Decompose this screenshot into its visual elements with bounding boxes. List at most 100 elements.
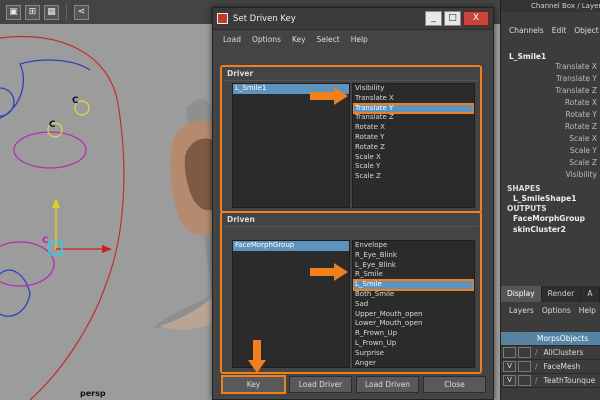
key-button[interactable]: Key	[221, 375, 286, 394]
list-item[interactable]: Both_Smile	[353, 290, 474, 300]
list-item[interactable]: Rotate Z	[353, 143, 474, 153]
layer-row[interactable]: V / TeathTounque	[501, 374, 600, 388]
channel-box-menubar: Channels Edit Object S	[501, 12, 600, 50]
layout-icon[interactable]: ▦	[44, 4, 59, 20]
list-item[interactable]: Envelope	[353, 241, 474, 251]
cheek-curve	[0, 269, 31, 317]
layer-type-toggle[interactable]	[518, 333, 531, 344]
layer-type-toggle[interactable]	[518, 375, 531, 386]
list-item[interactable]: R_Smile	[353, 270, 474, 280]
section-divider	[224, 226, 478, 227]
layer-row[interactable]: MorpsObjects	[501, 332, 600, 346]
list-item[interactable]: Visibility	[353, 84, 474, 94]
layer-type-toggle[interactable]	[518, 347, 531, 358]
layer-editor-tabs: Display Render A	[501, 286, 600, 302]
list-item[interactable]: Lower_Mouth_open	[353, 319, 474, 329]
list-item[interactable]: Upper_Mouth_open	[353, 310, 474, 320]
layer-visibility-toggle[interactable]	[503, 347, 516, 358]
dialog-title: Set Driven Key	[233, 13, 296, 24]
menu-load[interactable]: Load	[223, 35, 241, 44]
dialog-menubar: Load Options Key Select Help	[213, 30, 493, 48]
output-node-2[interactable]: skinCluster2	[501, 224, 600, 235]
channel-box-title: Channel Box / Layer Edi	[501, 0, 600, 12]
list-item[interactable]: R_Eye_Blink	[353, 251, 474, 261]
list-item[interactable]: Translate Z	[353, 113, 474, 123]
attr-translate-z[interactable]: Translate Z	[501, 85, 597, 97]
menu-layers[interactable]: Layers	[509, 306, 534, 332]
attr-rotate-x[interactable]: Rotate X	[501, 97, 597, 109]
list-item[interactable]: Translate X	[353, 94, 474, 104]
list-item[interactable]: L_Frown_Up	[353, 339, 474, 349]
list-item[interactable]: FaceMorphGroup	[233, 241, 349, 251]
driver-attribute-list[interactable]: Visibility Translate X Translate Y Trans…	[352, 83, 475, 208]
face-outline-curve	[0, 35, 125, 400]
layer-editor-menubar: Layers Options Help	[501, 302, 600, 332]
list-item[interactable]: R_Frown_Up	[353, 329, 474, 339]
load-driver-button[interactable]: Load Driver	[289, 376, 352, 393]
menu-channels[interactable]: Channels	[509, 26, 544, 50]
menu-object[interactable]: Object	[574, 26, 598, 50]
driver-arrow-icon	[310, 87, 348, 105]
list-item[interactable]: Rotate Y	[353, 133, 474, 143]
list-item[interactable]: Surprise	[353, 349, 474, 359]
list-item[interactable]: L_Smile	[353, 279, 474, 291]
close-button[interactable]: Close	[423, 376, 486, 393]
load-driven-button[interactable]: Load Driven	[356, 376, 419, 393]
menu-help[interactable]: Help	[579, 306, 596, 332]
attr-translate-y[interactable]: Translate Y	[501, 73, 597, 85]
cluster-label-2: C	[49, 120, 56, 130]
key-arrow-icon	[248, 340, 266, 373]
menu-edit[interactable]: Edit	[552, 26, 567, 50]
minimize-button[interactable]: _	[425, 11, 442, 26]
menu-options[interactable]: Options	[542, 306, 571, 332]
menu-select[interactable]: Select	[317, 35, 340, 44]
maya-app-icon	[217, 13, 228, 24]
driven-attribute-list[interactable]: Envelope R_Eye_Blink L_Eye_Blink R_Smile…	[352, 240, 475, 368]
brow-curve	[0, 59, 91, 119]
menu-help[interactable]: Help	[351, 35, 368, 44]
layer-color-icon: /	[535, 376, 538, 385]
shapes-header: SHAPES	[507, 184, 541, 193]
layer-visibility-toggle[interactable]: V	[503, 361, 516, 372]
tab-display[interactable]: Display	[501, 286, 542, 302]
dialog-titlebar[interactable]: Set Driven Key _ □ X	[213, 8, 493, 30]
tab-render[interactable]: Render	[542, 286, 582, 302]
layer-name: TeathTounque	[543, 376, 596, 385]
attr-rotate-z[interactable]: Rotate Z	[501, 121, 597, 133]
layer-type-toggle[interactable]	[518, 361, 531, 372]
attr-scale-y[interactable]: Scale Y	[501, 145, 597, 157]
menu-key[interactable]: Key	[292, 35, 306, 44]
list-item[interactable]: Rotate X	[353, 123, 474, 133]
driven-label: Driven	[227, 215, 255, 224]
tab-anim[interactable]: A	[581, 286, 600, 302]
layer-visibility-toggle[interactable]	[503, 333, 516, 344]
attr-translate-x[interactable]: Translate X	[501, 61, 597, 73]
list-item[interactable]: Scale X	[353, 153, 474, 163]
camera-label: persp	[80, 389, 106, 398]
attr-visibility[interactable]: Visibility	[501, 169, 597, 181]
list-item[interactable]: Sad	[353, 300, 474, 310]
list-item[interactable]: Anger	[353, 359, 474, 367]
shape-node[interactable]: L_SmileShape1	[501, 193, 600, 204]
frame-all-icon[interactable]: ▣	[6, 4, 21, 20]
maximize-button[interactable]: □	[444, 11, 461, 26]
channel-box-node-name[interactable]: L_Smile1	[501, 52, 600, 61]
close-window-button[interactable]: X	[463, 11, 489, 26]
layer-row[interactable]: V / FaceMesh	[501, 360, 600, 374]
layer-row[interactable]: / AllClusters	[501, 346, 600, 360]
layer-name: FaceMesh	[543, 362, 581, 371]
menu-options[interactable]: Options	[252, 35, 281, 44]
attr-rotate-y[interactable]: Rotate Y	[501, 109, 597, 121]
layer-visibility-toggle[interactable]: V	[503, 375, 516, 386]
list-item[interactable]: Translate Y	[353, 102, 474, 115]
attr-scale-x[interactable]: Scale X	[501, 133, 597, 145]
share-icon[interactable]: ⋖	[74, 4, 89, 20]
grid-icon[interactable]: ⊞	[25, 4, 40, 20]
channel-box-panel: Channel Box / Layer Edi Channels Edit Ob…	[500, 0, 600, 400]
list-item[interactable]: L_Eye_Blink	[353, 261, 474, 271]
layer-name: MorpsObjects	[537, 334, 589, 343]
output-node-1[interactable]: FaceMorphGroup	[501, 213, 600, 224]
list-item[interactable]: Scale Y	[353, 162, 474, 172]
attr-scale-z[interactable]: Scale Z	[501, 157, 597, 169]
list-item[interactable]: Scale Z	[353, 172, 474, 182]
